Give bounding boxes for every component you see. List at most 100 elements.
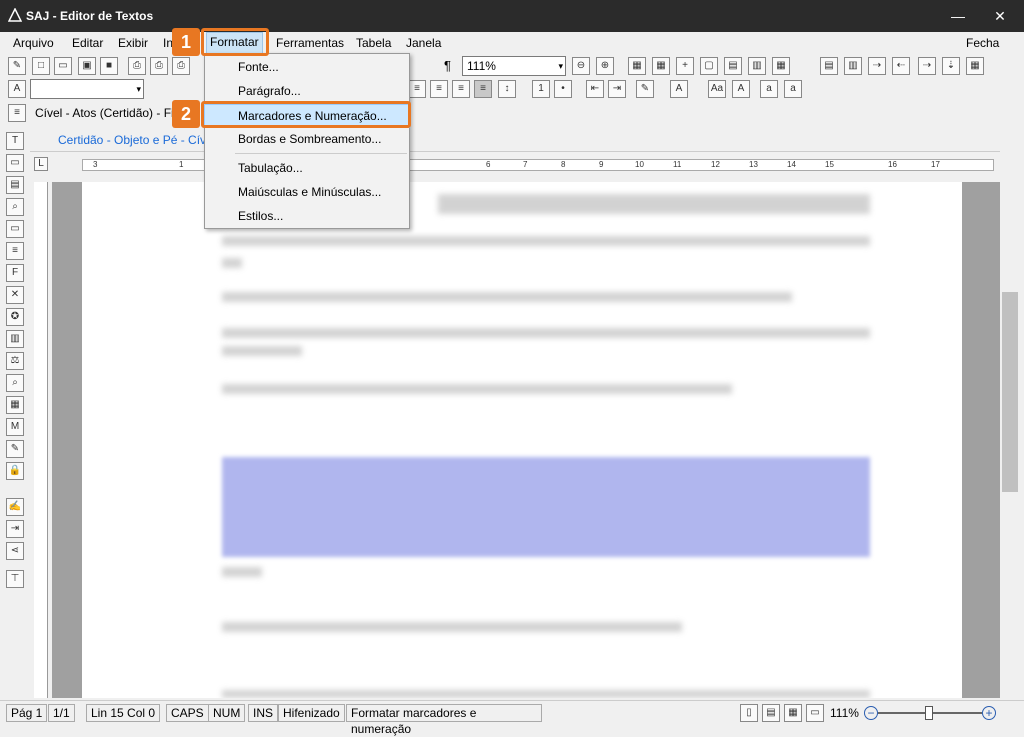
file-icon[interactable]: F xyxy=(6,264,24,282)
save-as-icon[interactable]: ▣ xyxy=(78,57,96,75)
numbered-list-icon[interactable]: 1 xyxy=(532,80,550,98)
status-pages: 1/1 xyxy=(48,704,75,722)
new-document-icon[interactable]: □ xyxy=(32,57,50,75)
list-icon[interactable]: ≡ xyxy=(6,242,24,260)
ruler-label: 12 xyxy=(711,160,720,169)
save-icon[interactable]: ■ xyxy=(100,57,118,75)
superscript-icon[interactable]: a xyxy=(760,80,778,98)
vertical-ruler[interactable] xyxy=(34,182,48,698)
zoom-slider-knob[interactable] xyxy=(925,706,933,720)
chevron-down-icon: ▾ xyxy=(136,84,141,94)
field-icon: ▭ xyxy=(6,154,24,172)
delete-row-icon: ⇠ xyxy=(892,57,910,75)
align-right-icon[interactable]: ≡ xyxy=(452,80,470,98)
align-center-icon[interactable]: ≡ xyxy=(430,80,448,98)
zoom-out-icon[interactable]: ⊖ xyxy=(572,57,590,75)
subscript-icon[interactable]: a xyxy=(784,80,802,98)
menu-item-tabulacao[interactable]: Tabulação... xyxy=(205,157,409,179)
table-grid-icon[interactable]: ▦ xyxy=(772,57,790,75)
vertical-scrollbar[interactable] xyxy=(1000,32,1020,698)
blurred-heading xyxy=(438,194,870,214)
menu-tabela[interactable]: Tabela xyxy=(356,36,391,50)
error-icon[interactable]: ✕ xyxy=(6,286,24,304)
table-cross-icon[interactable]: + xyxy=(676,57,694,75)
menu-item-paragrafo[interactable]: Parágrafo... xyxy=(205,80,409,102)
zoom-out-button[interactable]: − xyxy=(864,706,878,720)
style-icon[interactable]: A xyxy=(8,80,26,98)
scroll-thumb[interactable] xyxy=(1002,292,1018,492)
zoom-in-icon[interactable]: ⊕ xyxy=(596,57,614,75)
menu-janela[interactable]: Janela xyxy=(406,36,441,50)
format-painter-icon[interactable]: ✎ xyxy=(8,57,26,75)
paint-roller-icon[interactable]: ⊤ xyxy=(6,570,24,588)
macro-icon[interactable]: M xyxy=(6,418,24,436)
print-setup-icon[interactable]: ⎙ xyxy=(172,57,190,75)
section-tab[interactable]: Certidão - Objeto e Pé - Cíve xyxy=(58,133,213,147)
step-1-badge: 1 xyxy=(172,28,200,56)
grow-font-icon[interactable]: A xyxy=(732,80,750,98)
open-folder-icon[interactable]: ▭ xyxy=(54,57,72,75)
insert-table-icon[interactable]: ▦ xyxy=(652,57,670,75)
web-layout-icon[interactable]: ▦ xyxy=(784,704,802,722)
menu-fechar[interactable]: Fechar xyxy=(966,36,1003,50)
print-layout-icon[interactable]: ▤ xyxy=(762,704,780,722)
calendar-icon[interactable]: ▦ xyxy=(6,396,24,414)
align-left-icon[interactable]: ≡ xyxy=(408,80,426,98)
lock-icon[interactable]: 🔒 xyxy=(6,462,24,480)
line-spacing-icon[interactable]: ↕ xyxy=(498,80,516,98)
print-icon[interactable]: ⎙ xyxy=(128,57,146,75)
print-preview-icon[interactable]: ⎙ xyxy=(150,57,168,75)
blurred-line xyxy=(222,690,870,698)
stamp-icon: ⚖ xyxy=(6,352,24,370)
model-tab[interactable]: Cível - Atos (Certidão) - Fi xyxy=(35,106,174,120)
highlight-icon[interactable]: ✎ xyxy=(636,80,654,98)
zoom-combo[interactable]: 111% ▾ xyxy=(462,56,566,76)
page-view-icon[interactable]: ▯ xyxy=(740,704,758,722)
table-cell-icon[interactable]: ▢ xyxy=(700,57,718,75)
form-icon[interactable]: ▤ xyxy=(6,176,24,194)
outline-view-icon[interactable]: ▭ xyxy=(806,704,824,722)
menu-exibir[interactable]: Exibir xyxy=(118,36,148,50)
menu-item-estilos[interactable]: Estilos... xyxy=(205,205,409,227)
document-area[interactable] xyxy=(52,182,1000,698)
menu-item-bordas[interactable]: Bordas e Sombreamento... xyxy=(205,128,409,150)
status-page: Pág 1 xyxy=(6,704,48,722)
table-merge-icon[interactable]: ▥ xyxy=(748,57,766,75)
delete-col-icon: ⇣ xyxy=(942,57,960,75)
minimize-button[interactable]: — xyxy=(948,6,968,26)
menu-item-maiusculas[interactable]: Maiúsculas e Minúsculas... xyxy=(205,181,409,203)
change-case-icon[interactable]: Aa xyxy=(708,80,726,98)
menu-ferramentas[interactable]: Ferramentas xyxy=(276,36,344,50)
table-icon[interactable]: ▦ xyxy=(628,57,646,75)
blurred-line xyxy=(222,328,870,338)
ruler-label: 14 xyxy=(787,160,796,169)
menu-arquivo[interactable]: Arquivo xyxy=(13,36,54,50)
blurred-line xyxy=(222,384,732,394)
comment-icon[interactable]: ▭ xyxy=(6,220,24,238)
bulleted-list-icon[interactable]: • xyxy=(554,80,572,98)
section-tab-row: Certidão - Objeto e Pé - Cíve xyxy=(30,128,1010,152)
award-icon[interactable]: ✪ xyxy=(6,308,24,326)
share-icon[interactable]: ⋖ xyxy=(6,542,24,560)
zoom-in-button[interactable]: + xyxy=(982,706,996,720)
blurred-line xyxy=(222,622,682,632)
tab-stop-icon[interactable]: L xyxy=(34,157,48,171)
increase-indent-icon[interactable]: ⇥ xyxy=(608,80,626,98)
style-combo[interactable]: ▾ xyxy=(30,79,144,99)
menu-item-fonte[interactable]: Fonte... xyxy=(205,56,409,78)
paragraph-mark-icon[interactable]: ¶ xyxy=(444,58,451,73)
justify-icon[interactable]: ≡ xyxy=(474,80,492,98)
table-split-icon[interactable]: ▤ xyxy=(724,57,742,75)
toolbar-standard: ✎ □ ▭ ▣ ■ ⎙ ⎙ ⎙ ¶ 111% ▾ ⊖ ⊕ ▦ ▦ + ▢ ▤ ▥… xyxy=(0,54,1000,78)
text-field-icon[interactable]: T xyxy=(6,132,24,150)
decrease-indent-icon[interactable]: ⇤ xyxy=(586,80,604,98)
app-logo-icon xyxy=(8,8,22,22)
status-position: Lin 15 Col 0 xyxy=(86,704,161,722)
close-window-button[interactable]: ✕ xyxy=(990,6,1010,26)
document-search-icon[interactable]: ⌕ xyxy=(6,198,24,216)
zoom-combo-value: 111% xyxy=(467,59,496,73)
selected-text-block[interactable] xyxy=(222,457,870,557)
menu-editar[interactable]: Editar xyxy=(72,36,103,50)
document-page[interactable] xyxy=(82,182,962,698)
font-color-icon[interactable]: A xyxy=(670,80,688,98)
